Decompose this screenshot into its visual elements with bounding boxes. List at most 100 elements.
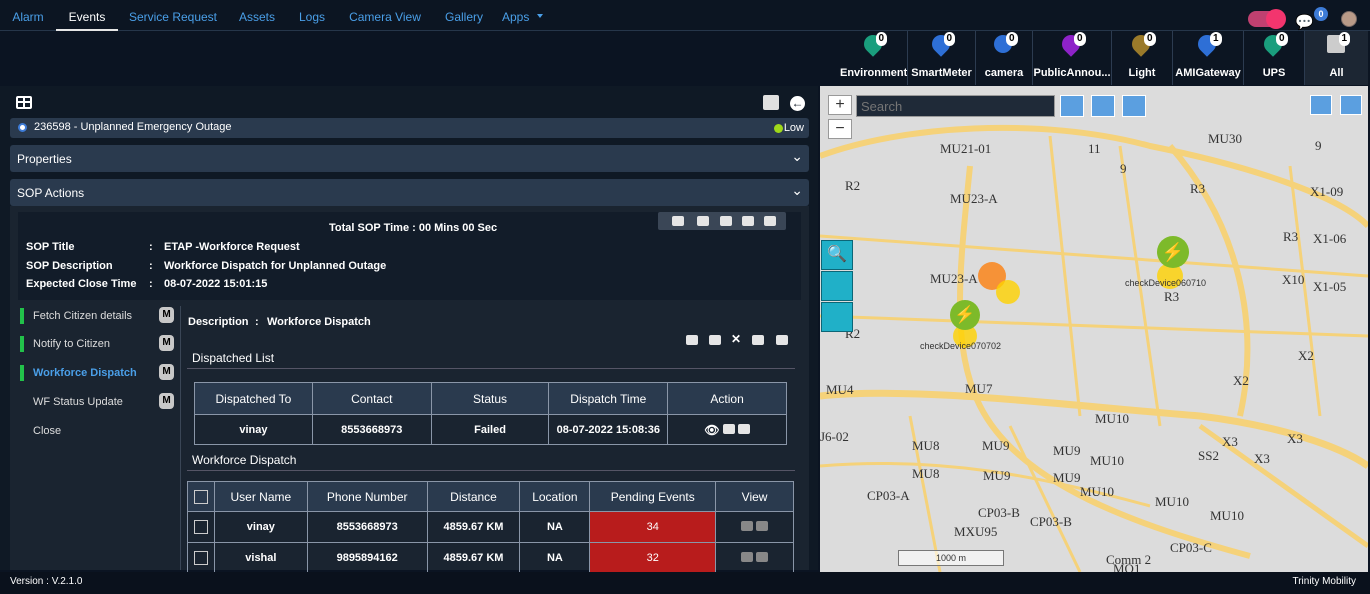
- table-cell: 4859.67 KM: [426, 511, 521, 543]
- step-label: Fetch Citizen details: [33, 310, 133, 322]
- step-fetch-citizen[interactable]: Fetch Citizen details M: [20, 307, 180, 326]
- map-area-label: MU9: [982, 438, 1010, 453]
- description-label: Description: [188, 316, 249, 328]
- layers-icon[interactable]: [821, 271, 853, 301]
- step-workforce-dispatch[interactable]: Workforce Dispatch M: [20, 364, 180, 383]
- lightning-marker-icon[interactable]: ⚡: [1157, 236, 1189, 268]
- refresh-icon[interactable]: [1091, 95, 1115, 117]
- event-title: 236598 - Unplanned Emergency Outage: [34, 121, 232, 133]
- avatar[interactable]: [1341, 11, 1357, 27]
- image-icon[interactable]: [722, 423, 735, 434]
- properties-panel-header[interactable]: Properties ⌄: [10, 145, 809, 172]
- dispatched-table: Dispatched To Contact Status Dispatch Ti…: [194, 382, 787, 445]
- layer-count: 1: [1338, 32, 1351, 46]
- layer-ups[interactable]: 0 UPS: [1244, 31, 1305, 85]
- view-icon[interactable]: 👁: [704, 423, 719, 437]
- image-icon[interactable]: [686, 335, 698, 345]
- tab-logs[interactable]: Logs: [292, 0, 332, 31]
- image-icon[interactable]: [720, 216, 732, 226]
- map-area-label: MO1: [1113, 561, 1141, 572]
- layer-light[interactable]: 0 Light: [1112, 31, 1173, 85]
- layer-smartmeter[interactable]: 0 SmartMeter: [908, 31, 976, 85]
- monitor-icon[interactable]: [1310, 95, 1332, 115]
- layer-count: 0: [875, 32, 888, 46]
- grid-icon[interactable]: [16, 96, 32, 109]
- column-header: Location: [519, 481, 591, 512]
- colon: :: [149, 278, 153, 290]
- map-search-input[interactable]: [856, 95, 1055, 117]
- lightning-marker-icon[interactable]: ⚡: [950, 300, 980, 330]
- layer-all[interactable]: 1 All: [1305, 31, 1368, 85]
- select-all-checkbox[interactable]: [193, 489, 208, 504]
- route-icon[interactable]: [756, 551, 769, 562]
- step-notify-citizen[interactable]: Notify to Citizen M: [20, 335, 180, 354]
- map-area-label: J6-02: [820, 429, 849, 444]
- zoom-out-button[interactable]: −: [828, 119, 852, 139]
- layer-environment[interactable]: 0 Environment: [840, 31, 908, 85]
- step-close[interactable]: Close: [20, 423, 180, 441]
- back-arrow-icon[interactable]: ←: [790, 96, 805, 111]
- view-cell: [715, 542, 794, 574]
- step-label: Close: [33, 425, 62, 437]
- version-label: Version : V.2.1.0: [10, 576, 83, 587]
- column-header: Dispatch Time: [548, 382, 669, 415]
- map-area-label: MU10: [1080, 484, 1114, 499]
- attachment-icon[interactable]: [709, 335, 721, 345]
- map-area-label: 9: [1120, 161, 1127, 176]
- refresh-icon[interactable]: [764, 216, 776, 226]
- close-time-value: 08-07-2022 15:01:15: [164, 278, 268, 290]
- zoom-in-button[interactable]: +: [828, 95, 852, 115]
- layer-amigateway[interactable]: 1 AMIGateway: [1173, 31, 1244, 85]
- map-search-icon[interactable]: 🔍: [821, 240, 853, 270]
- theme-toggle[interactable]: [1248, 9, 1286, 29]
- chevron-down-icon: ⌄: [791, 182, 803, 198]
- sop-toolbar: [658, 212, 786, 230]
- map-book-icon[interactable]: [1122, 95, 1146, 117]
- document-icon[interactable]: [742, 216, 754, 226]
- step-wf-status-update[interactable]: WF Status Update M: [20, 393, 180, 412]
- step-status-bar: [20, 365, 24, 381]
- row-checkbox[interactable]: [193, 551, 208, 565]
- tab-apps[interactable]: Apps: [502, 0, 536, 31]
- map-scale: 1000 m: [898, 550, 1004, 566]
- map-area-label: CP03-B: [1030, 514, 1072, 529]
- map-location-icon[interactable]: [741, 520, 754, 531]
- tab-gallery[interactable]: Gallery: [436, 0, 492, 31]
- map-area-label: X2: [1298, 348, 1314, 363]
- tab-alarm[interactable]: Alarm: [6, 0, 50, 31]
- route-icon[interactable]: [756, 520, 769, 531]
- map-location-icon[interactable]: [763, 95, 779, 110]
- manual-badge: M: [159, 393, 174, 409]
- tab-events[interactable]: Events: [56, 0, 118, 31]
- row-checkbox[interactable]: [193, 520, 208, 534]
- fullscreen-icon[interactable]: [1340, 95, 1362, 115]
- chat-icon[interactable]: 💬: [1295, 13, 1314, 31]
- comment-icon[interactable]: [776, 335, 788, 345]
- barrier-icon[interactable]: [821, 302, 853, 332]
- layer-public-announcement[interactable]: 0 PublicAnnou...: [1033, 31, 1112, 85]
- workforce-table: User Name Phone Number Distance Location…: [187, 481, 794, 574]
- layer-camera[interactable]: 0 camera: [976, 31, 1033, 85]
- attachment-icon[interactable]: [697, 216, 709, 226]
- dispatch-toolbar: ✕: [686, 332, 796, 347]
- workflow-icon[interactable]: [672, 216, 684, 226]
- map-area-label: X3: [1254, 451, 1270, 466]
- chat-icon[interactable]: [752, 335, 764, 345]
- map-view[interactable]: MU21-01 11 MU30 9 MU23-A R3 R2 X1-09 R3 X1-06 X10 X…: [820, 86, 1368, 572]
- tab-camera-view[interactable]: Camera View: [344, 0, 426, 31]
- footer: Version : V.2.1.0 Trinity Mobility: [0, 572, 1370, 594]
- map-location-icon[interactable]: [741, 551, 754, 562]
- pending-events-cell: 32: [589, 542, 717, 574]
- sop-actions-panel-header[interactable]: SOP Actions ⌄: [10, 179, 809, 206]
- video-icon[interactable]: [737, 423, 750, 434]
- home-icon[interactable]: [1060, 95, 1084, 117]
- event-status-icon: [18, 123, 27, 132]
- tab-assets[interactable]: Assets: [232, 0, 282, 31]
- layer-label: Light: [1128, 67, 1156, 79]
- layer-label: PublicAnnou...: [1033, 67, 1111, 79]
- close-icon[interactable]: ✕: [731, 332, 741, 346]
- tab-service-request[interactable]: Service Request: [124, 0, 222, 31]
- map-area-label: R3: [1190, 181, 1206, 196]
- column-header: View: [715, 481, 794, 512]
- properties-title: Properties: [17, 152, 72, 166]
